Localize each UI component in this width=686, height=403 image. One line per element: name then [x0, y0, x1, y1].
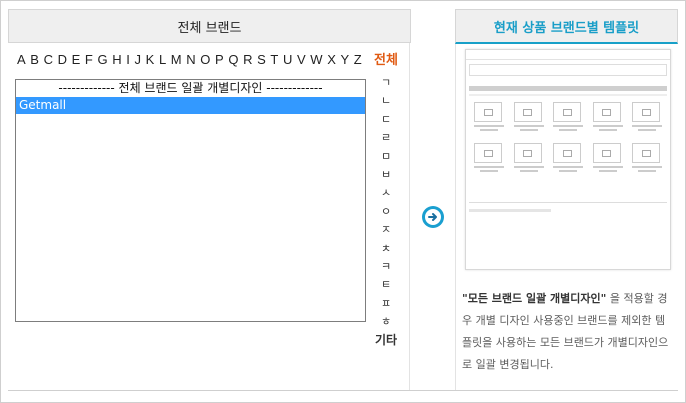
alpha-filter-r[interactable]: R: [243, 52, 252, 67]
alpha-filter-u[interactable]: U: [283, 52, 292, 67]
preview-product: [592, 143, 623, 172]
alpha-filter-j[interactable]: J: [135, 52, 142, 67]
template-preview-thumbnail: [465, 49, 671, 270]
arrow-right-icon: [428, 213, 437, 221]
alpha-filter-t[interactable]: T: [270, 52, 278, 67]
alphabet-filter: ABCDEFGHIJKLMNOPQRSTUVWXYZ: [17, 52, 362, 67]
alpha-filter-h[interactable]: H: [112, 52, 121, 67]
alpha-filter-p[interactable]: P: [215, 52, 224, 67]
alpha-filter-k[interactable]: K: [146, 52, 155, 67]
description-quote: "모든 브랜드 일괄 개별디자인": [462, 292, 607, 305]
consonant-filter-1[interactable]: ㄱ: [372, 74, 400, 92]
consonant-filter-10[interactable]: ㅊ: [372, 240, 400, 258]
consonant-filter-12[interactable]: ㅌ: [372, 276, 400, 294]
brand-option-getmall[interactable]: Getmall: [16, 97, 365, 114]
preview-row: [469, 94, 667, 96]
preview-product-row: [474, 143, 662, 172]
all-brands-header: 전체 브랜드: [8, 9, 411, 43]
preview-product: [513, 143, 544, 172]
preview-top-bar: [466, 50, 670, 60]
alpha-filter-g[interactable]: G: [98, 52, 108, 67]
preview-footer-line: [469, 202, 667, 203]
consonant-filter-0[interactable]: 전체: [372, 52, 400, 74]
alpha-filter-y[interactable]: Y: [340, 52, 349, 67]
preview-footer-text: [469, 209, 551, 212]
alpha-filter-a[interactable]: A: [17, 52, 26, 67]
consonant-filter-11[interactable]: ㅋ: [372, 258, 400, 276]
preview-product: [553, 143, 583, 172]
alpha-filter-l[interactable]: L: [159, 52, 166, 67]
preview-product: [553, 102, 583, 131]
alpha-filter-d[interactable]: D: [58, 52, 67, 67]
list-separator-option[interactable]: ------------- 전체 브랜드 일괄 개별디자인 ----------…: [16, 80, 365, 97]
alpha-filter-z[interactable]: Z: [354, 52, 362, 67]
column-divider: [455, 9, 456, 390]
consonant-filter-4[interactable]: ㄹ: [372, 129, 400, 147]
preview-product: [474, 102, 504, 131]
column-divider: [409, 9, 410, 390]
consonant-filter-3[interactable]: ㄷ: [372, 111, 400, 129]
alpha-filter-e[interactable]: E: [72, 52, 81, 67]
alpha-filter-i[interactable]: I: [126, 52, 130, 67]
consonant-filter-13[interactable]: ㅍ: [372, 295, 400, 313]
template-description: "모든 브랜드 일괄 개별디자인" 을 적용할 경우 개별 디자인 사용중인 브…: [462, 288, 674, 376]
consonant-filter-7[interactable]: ㅅ: [372, 184, 400, 202]
consonant-filter-5[interactable]: ㅁ: [372, 148, 400, 166]
consonant-filter-8[interactable]: ㅇ: [372, 203, 400, 221]
alpha-filter-w[interactable]: W: [310, 52, 322, 67]
brand-listbox[interactable]: ------------- 전체 브랜드 일괄 개별디자인 ----------…: [15, 79, 366, 322]
preview-product: [592, 102, 623, 131]
alpha-filter-m[interactable]: M: [171, 52, 182, 67]
alpha-filter-o[interactable]: O: [200, 52, 210, 67]
alpha-filter-q[interactable]: Q: [228, 52, 238, 67]
preview-product: [513, 102, 544, 131]
alpha-filter-s[interactable]: S: [257, 52, 266, 67]
consonant-filter-2[interactable]: ㄴ: [372, 92, 400, 110]
consonant-filter: 전체 ㄱㄴㄷㄹㅁㅂㅅㅇㅈㅊㅋㅌㅍㅎ 기타: [372, 52, 400, 350]
preview-product-row: [474, 102, 662, 131]
alpha-filter-f[interactable]: F: [85, 52, 93, 67]
consonant-filter-15[interactable]: 기타: [372, 331, 400, 349]
alpha-filter-b[interactable]: B: [30, 52, 39, 67]
preview-product: [632, 143, 662, 172]
alpha-filter-n[interactable]: N: [186, 52, 195, 67]
alpha-filter-c[interactable]: C: [44, 52, 53, 67]
consonant-filter-6[interactable]: ㅂ: [372, 166, 400, 184]
alpha-filter-x[interactable]: X: [327, 52, 336, 67]
consonant-filter-9[interactable]: ㅈ: [372, 221, 400, 239]
alpha-filter-v[interactable]: V: [297, 52, 306, 67]
arrow-right-circle-icon[interactable]: [422, 206, 444, 228]
consonant-filter-14[interactable]: ㅎ: [372, 313, 400, 331]
panel-bottom-border: [8, 390, 678, 391]
preview-title-bar: [469, 86, 667, 91]
preview-product: [474, 143, 504, 172]
preview-product: [632, 102, 662, 131]
arrow-ring: [425, 209, 441, 225]
current-brand-template-header: 현재 상품 브랜드별 템플릿: [455, 9, 678, 44]
preview-nav-bar: [469, 64, 667, 76]
